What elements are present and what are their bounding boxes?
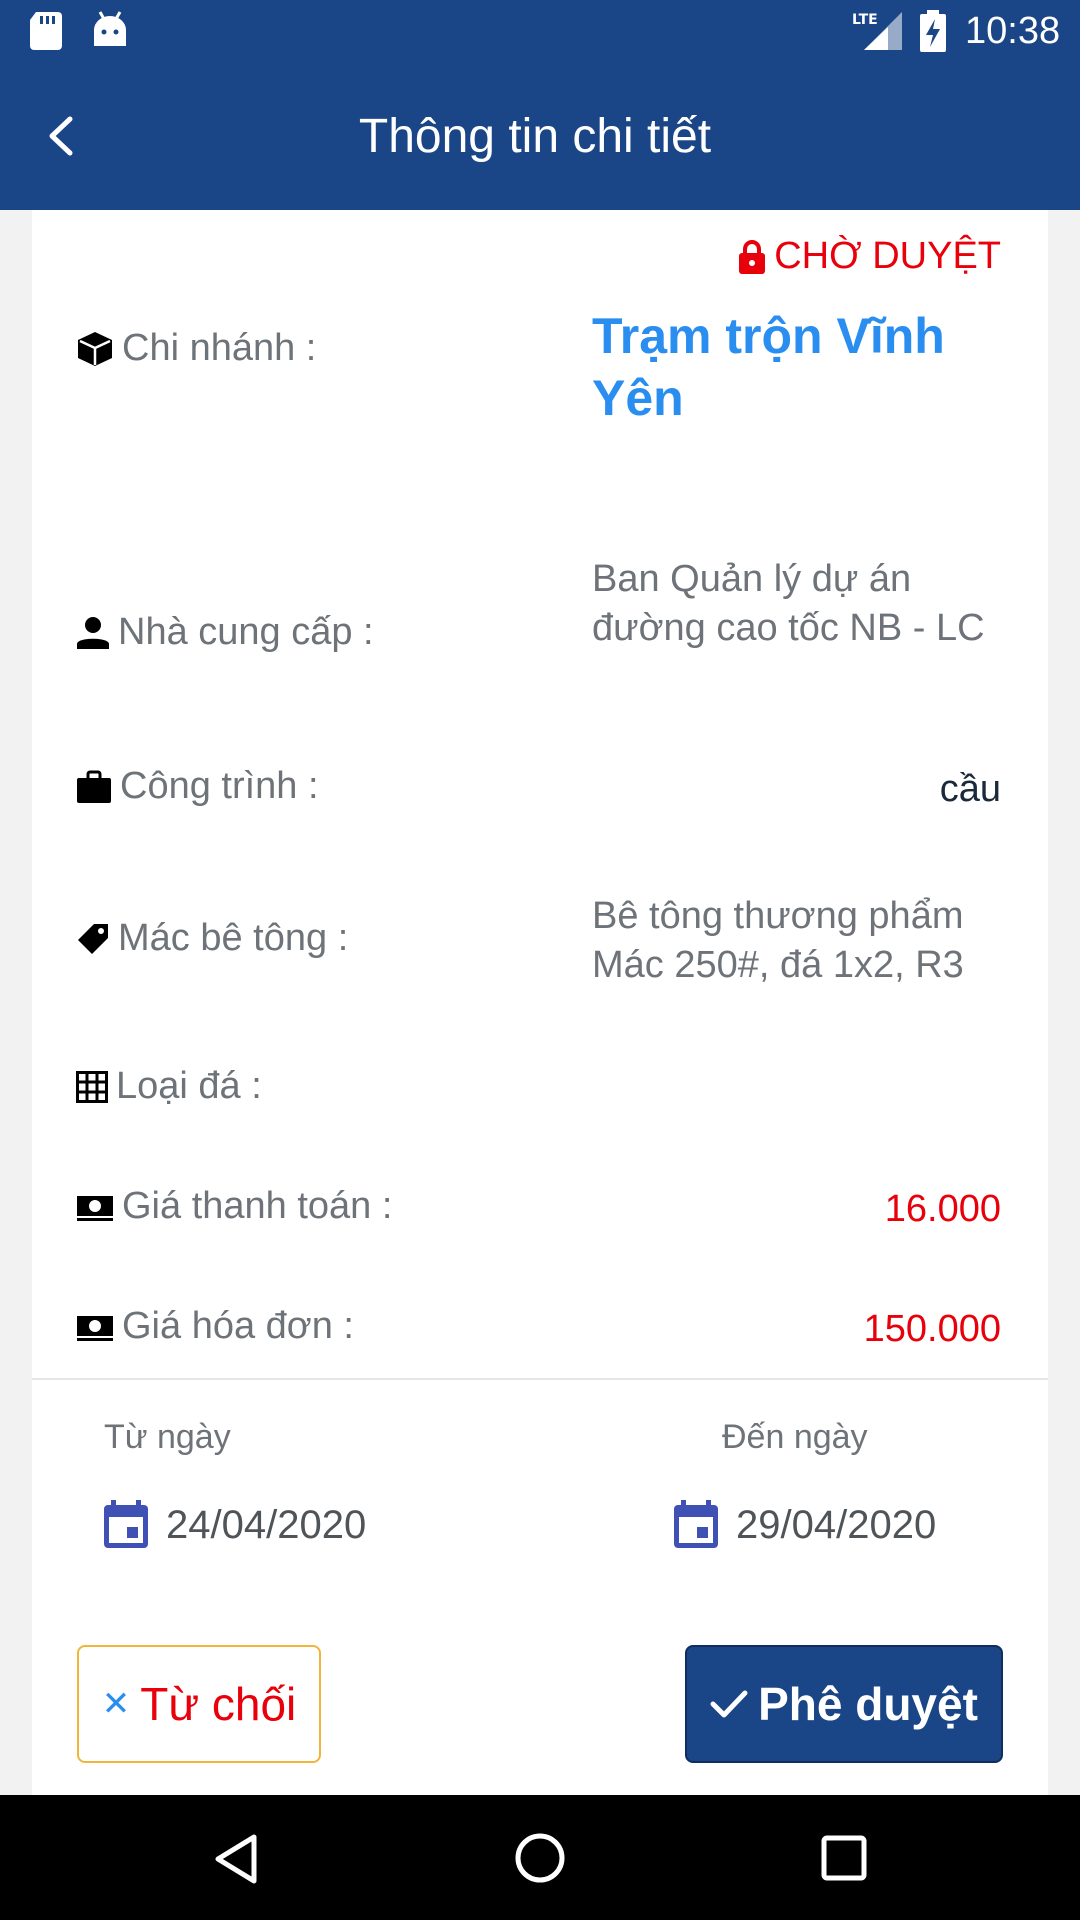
check-icon xyxy=(710,1690,748,1718)
project-label: Công trình : xyxy=(76,765,319,808)
reject-label: Từ chối xyxy=(140,1678,297,1730)
money-icon xyxy=(77,1315,113,1341)
svg-text:LTE: LTE xyxy=(852,12,878,28)
row-supplier: Nhà cung cấp : Ban Quản lý dự án đường c… xyxy=(32,555,1048,705)
navigation-bar xyxy=(0,1795,1080,1920)
from-date-field[interactable]: 24/04/2020 xyxy=(102,1500,366,1550)
page-title: Thông tin chi tiết xyxy=(358,110,712,163)
status-text: CHỜ DUYỆT xyxy=(774,235,1001,277)
divider xyxy=(32,1378,1048,1380)
stone-type-label: Loại đá : xyxy=(76,1065,262,1108)
recents-nav-icon[interactable] xyxy=(821,1835,867,1881)
home-nav-icon[interactable] xyxy=(514,1832,566,1884)
row-stone-type: Loại đá : xyxy=(32,1065,1048,1125)
approve-label: Phê duyệt xyxy=(758,1678,978,1730)
invoice-price-value: 150.000 xyxy=(863,1308,1001,1350)
row-project: Công trình : cầu xyxy=(32,765,1048,835)
payment-price-label: Giá thanh toán : xyxy=(76,1185,392,1228)
android-debug-icon xyxy=(94,11,126,46)
person-icon xyxy=(77,616,109,649)
branch-value: Trạm trộn Vĩnh Yên xyxy=(592,308,945,426)
supplier-label: Nhà cung cấp : xyxy=(76,611,374,654)
tag-icon xyxy=(78,923,108,954)
back-nav-icon[interactable] xyxy=(212,1833,260,1885)
briefcase-icon xyxy=(77,770,111,803)
to-date-field[interactable]: 29/04/2020 xyxy=(672,1500,936,1550)
battery-charging-icon xyxy=(920,10,946,52)
sd-card-icon xyxy=(30,12,62,50)
clock: 10:38 xyxy=(965,10,1061,52)
invoice-price-label: Giá hóa đơn : xyxy=(76,1305,354,1348)
app-bar: Thông tin chi tiết xyxy=(0,65,1080,210)
calendar-icon xyxy=(104,1500,148,1548)
lock-icon xyxy=(739,239,766,274)
supplier-value: Ban Quản lý dự án đường cao tốc NB - LC xyxy=(592,558,985,649)
row-branch: Chi nhánh : Trạm trộn Vĩnh Yên xyxy=(32,305,1048,435)
to-date-label: Đến ngày xyxy=(722,1418,868,1456)
concrete-grade-value: Bê tông thương phẩm Mác 250#, đá 1x2, R3 xyxy=(592,895,964,986)
grid-icon xyxy=(76,1070,108,1103)
close-icon: ✕ xyxy=(101,1685,131,1723)
reject-button[interactable]: ✕ Từ chối xyxy=(77,1645,321,1763)
row-payment-price: Giá thanh toán : 16.000 xyxy=(32,1185,1048,1245)
branch-label: Chi nhánh : xyxy=(76,327,316,370)
row-invoice-price: Giá hóa đơn : 150.000 xyxy=(32,1305,1048,1365)
cube-icon xyxy=(78,331,112,366)
status-bar: LTE 10:38 xyxy=(0,0,1080,65)
row-concrete-grade: Mác bê tông : Bê tông thương phẩm Mác 25… xyxy=(32,892,1048,1002)
status-badge: CHỜ DUYỆT xyxy=(738,235,1001,278)
lte-signal-icon: LTE xyxy=(852,12,902,50)
from-date-label: Từ ngày xyxy=(104,1418,231,1456)
from-date-value: 24/04/2020 xyxy=(166,1502,367,1547)
to-date-value: 29/04/2020 xyxy=(736,1502,937,1547)
money-icon xyxy=(77,1195,113,1221)
payment-price-value: 16.000 xyxy=(884,1188,1001,1230)
concrete-grade-label: Mác bê tông : xyxy=(76,917,348,960)
calendar-icon xyxy=(674,1500,718,1548)
detail-card: CHỜ DUYỆT Chi nhánh : Trạm trộn Vĩnh Yên… xyxy=(32,210,1048,1795)
approve-button[interactable]: Phê duyệt xyxy=(685,1645,1003,1763)
project-value: cầu xyxy=(939,768,1001,810)
